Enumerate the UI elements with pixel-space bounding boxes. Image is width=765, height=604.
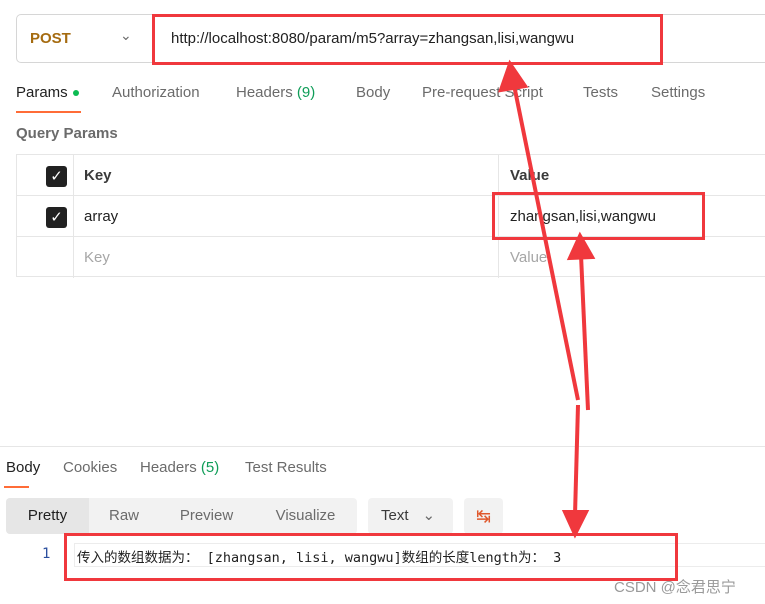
arrowhead-value: [566, 231, 596, 261]
arrowhead-url: [498, 59, 529, 93]
arrow-to-url: [512, 84, 580, 401]
arrowhead-response: [561, 510, 590, 539]
annotation-arrows: [498, 59, 596, 539]
arrow-to-response: [573, 404, 580, 516]
watermark: CSDN @念君思宁: [614, 579, 736, 596]
arrow-to-value: [579, 254, 590, 411]
